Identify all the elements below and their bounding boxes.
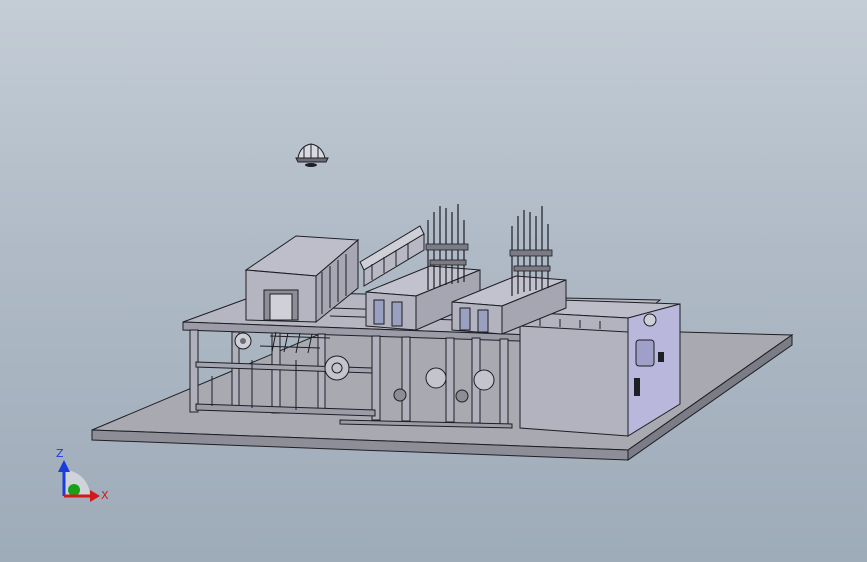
- cad-model-canvas[interactable]: Z X: [0, 0, 867, 562]
- coordinate-triad: Z X: [56, 447, 109, 502]
- view-orientation-icon[interactable]: [295, 143, 329, 167]
- triad-x-label: X: [101, 489, 109, 502]
- cad-graphics-viewport[interactable]: Z X: [0, 0, 867, 562]
- triad-y-axis-marker: [68, 484, 80, 496]
- right-housing[interactable]: [519, 299, 681, 437]
- triad-z-label: Z: [56, 447, 64, 460]
